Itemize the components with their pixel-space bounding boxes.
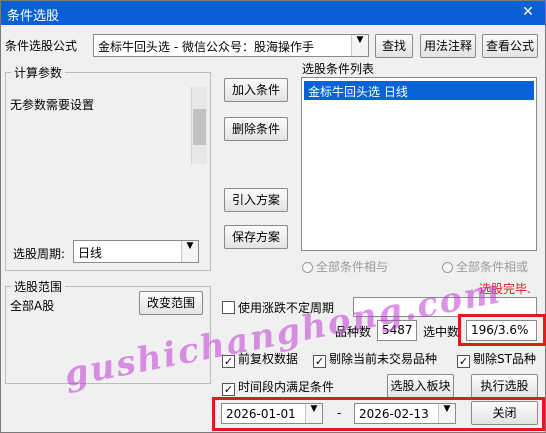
list-item[interactable]: 金标牛回头选 日线 [304,81,534,100]
stock-count-value: 5487 [377,320,417,341]
calc-params-title: 计算参数 [11,64,66,81]
uncertain-period-checkbox[interactable]: 使用涨跌不定周期 [222,299,334,316]
time-range-label: 时间段内满足条件 [238,380,335,394]
exclude-st-label: 剔除ST品种 [473,352,536,366]
selected-count-highlight [458,314,546,346]
period-label: 选股周期: [13,247,66,261]
time-range-checkbox[interactable]: ✓ 时间段内满足条件 [222,378,334,396]
formula-select-value: 金标牛回头选 - 微信公众号：股海操作手 [98,40,314,54]
condition-list[interactable]: 金标牛回头选 日线 [301,77,537,251]
usage-notes-button[interactable]: 用法注释 [420,34,476,58]
radio-all-and[interactable]: 全部条件相与 [302,258,388,275]
stock-count-label: 品种数 [335,325,372,339]
range-title: 选股范围 [11,278,66,295]
date-range-highlight [212,397,545,431]
check-icon[interactable]: ✓ [222,355,235,368]
range-value: 全部A股 [10,299,55,313]
check-icon[interactable]: ✓ [313,355,326,368]
import-scheme-button[interactable]: 引入方案 [224,188,288,212]
change-range-button[interactable]: 改变范围 [139,291,203,315]
params-scrollbar[interactable] [191,87,207,164]
exclude-untraded-checkbox[interactable]: ✓ 剔除当前未交易品种 [313,350,437,368]
chevron-down-icon[interactable]: ▼ [181,241,198,262]
formula-select[interactable]: 金标牛回头选 - 微信公众号：股海操作手 ▼ [93,34,369,57]
condition-stock-picker-window: 条件选股 ✕ 条件选股公式 金标牛回头选 - 微信公众号：股海操作手 ▼ 查找 … [0,0,546,433]
exclude-st-checkbox[interactable]: ✓ 剔除ST品种 [457,350,536,368]
status-done: 选股完毕. [479,282,531,296]
radio-all-or-label: 全部条件相或 [456,260,529,274]
scrollbar-thumb[interactable] [193,109,206,145]
radio-dot [302,262,313,273]
check-icon[interactable]: ✓ [457,355,470,368]
condition-list-title: 选股条件列表 [302,62,375,76]
save-scheme-button[interactable]: 保存方案 [224,225,288,249]
radio-all-and-label: 全部条件相与 [316,260,389,274]
delete-condition-button[interactable]: 删除条件 [224,117,288,141]
period-select-value: 日线 [78,246,103,260]
formula-label: 条件选股公式 [5,39,78,53]
check-icon[interactable]: ✓ [222,383,235,396]
add-condition-button[interactable]: 加入条件 [224,78,288,102]
close-icon[interactable]: ✕ [519,3,537,21]
chevron-down-icon[interactable]: ▼ [351,35,368,56]
view-formula-button[interactable]: 查看公式 [482,34,538,58]
radio-dot [442,262,453,273]
to-block-button[interactable]: 选股入板块 [387,374,454,398]
no-params-message: 无参数需要设置 [10,98,95,112]
title-bar: 条件选股 ✕ [1,1,545,25]
uncertain-period-label: 使用涨跌不定周期 [238,301,335,315]
checkbox-box[interactable] [222,301,235,314]
period-select[interactable]: 日线 ▼ [73,240,199,263]
selected-count-label: 选中数 [423,325,460,339]
forward-adjust-checkbox[interactable]: ✓ 前复权数据 [222,350,298,368]
window-title: 条件选股 [7,9,60,24]
radio-all-or[interactable]: 全部条件相或 [442,258,528,275]
find-button[interactable]: 查找 [375,34,413,58]
forward-adjust-label: 前复权数据 [238,352,299,366]
exclude-untraded-label: 剔除当前未交易品种 [329,352,438,366]
execute-button[interactable]: 执行选股 [471,374,538,398]
